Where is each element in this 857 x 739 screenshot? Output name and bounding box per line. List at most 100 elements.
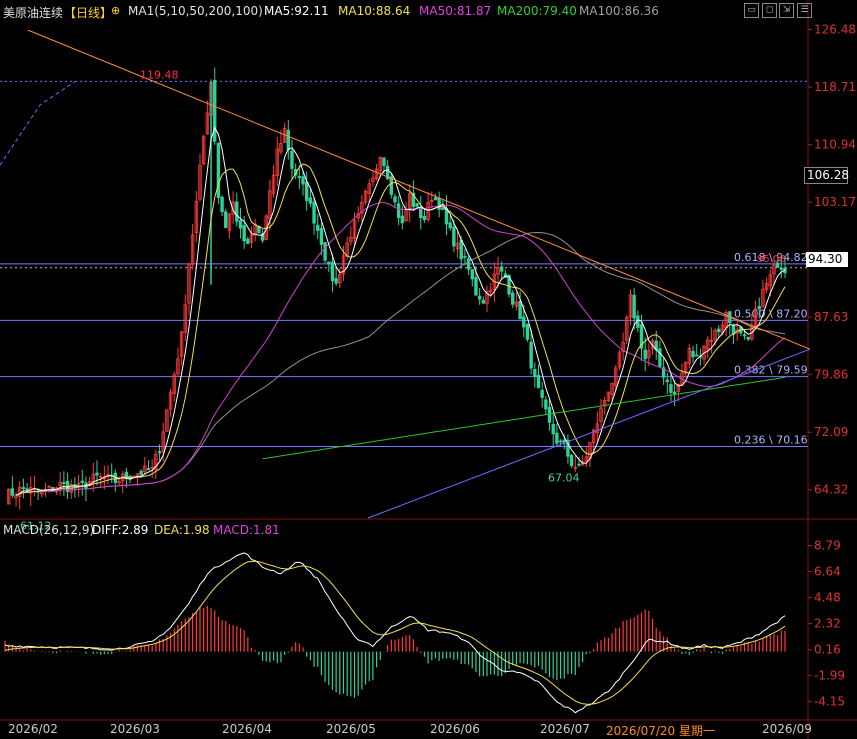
minimize-icon[interactable]: ▭ xyxy=(744,3,759,18)
high-price-tag: 106.28 xyxy=(804,167,849,184)
candle-body xyxy=(717,328,721,333)
candle-body xyxy=(694,354,699,357)
list-icon[interactable]: ☰ xyxy=(797,3,812,18)
candle-body xyxy=(669,384,673,393)
candle-body xyxy=(334,278,338,284)
candle-body xyxy=(665,379,669,383)
candle-body xyxy=(415,203,419,207)
candle-body xyxy=(555,432,559,444)
candle-body xyxy=(540,389,544,398)
candle-body xyxy=(312,201,316,224)
candle-body xyxy=(437,198,441,210)
candle-body xyxy=(551,423,555,435)
candle-body xyxy=(157,451,162,454)
ma100-value: MA100:86.36 xyxy=(579,4,659,18)
candle-body xyxy=(474,276,478,296)
candle-body xyxy=(658,348,662,367)
candle-body xyxy=(525,323,530,340)
candles-group xyxy=(6,67,787,510)
macd-axis-label: 4.48 xyxy=(814,591,841,605)
candle-body xyxy=(422,215,427,221)
maximize-icon[interactable]: ◻ xyxy=(762,3,777,18)
candle-body xyxy=(742,334,747,337)
macd-axis-label: 8.79 xyxy=(814,539,841,553)
candle-body xyxy=(481,299,486,304)
candle-body xyxy=(746,336,750,340)
x-label-5: 2026/06 xyxy=(430,722,480,736)
symbol-name[interactable]: 美原油连续 xyxy=(3,4,63,21)
candle-body xyxy=(286,129,291,151)
macd-dea-line xyxy=(4,560,786,705)
candle-body xyxy=(452,226,456,247)
candle-body xyxy=(459,239,463,260)
ma5-value: MA5:92.11 xyxy=(264,4,329,18)
chart-canvas[interactable]: 126.48118.71110.94103.1795.4087.6379.867… xyxy=(0,0,857,739)
candle-body xyxy=(433,197,438,201)
price-axis-label: 126.48 xyxy=(814,23,856,37)
candle-body xyxy=(569,454,574,467)
ma200-value: MA200:79.40 xyxy=(497,4,577,18)
candle-body xyxy=(21,487,26,490)
price-axis-label: 72.09 xyxy=(814,425,848,439)
macd-header: MACD(26,12,9) DIFF:2.89 DEA:1.98 MACD:1.… xyxy=(0,521,700,539)
candle-body xyxy=(536,374,541,389)
price-axis-label: 87.63 xyxy=(814,310,848,324)
price-axis-label: 103.17 xyxy=(814,195,856,209)
candle-body xyxy=(290,150,294,169)
candle-body xyxy=(62,482,66,484)
candle-body xyxy=(643,349,647,360)
candle-body xyxy=(146,468,151,471)
candle-body xyxy=(316,224,320,231)
candle-body xyxy=(477,295,482,300)
candle-body xyxy=(301,176,305,185)
candle-body xyxy=(533,368,537,377)
candle-body xyxy=(463,255,467,258)
settings-icon[interactable]: ⊕ xyxy=(111,4,120,17)
dashed-trend-line xyxy=(0,80,76,166)
candle-body xyxy=(389,176,394,195)
price-axis-label: 118.71 xyxy=(814,80,856,94)
candle-body xyxy=(297,176,302,179)
candle-body xyxy=(518,300,522,320)
candle-body xyxy=(10,488,15,496)
x-label-1: 2026/02 xyxy=(8,722,58,736)
hover-date: 2026/07/20 星期一 xyxy=(604,722,717,738)
candle-body xyxy=(577,463,581,466)
fib-label: 0.382 \ 79.59 xyxy=(734,364,808,377)
candle-body xyxy=(558,440,563,443)
candle-body xyxy=(139,470,143,475)
candle-body xyxy=(235,201,239,222)
macd-axis-label: 6.64 xyxy=(814,565,841,579)
candle-body xyxy=(327,261,331,265)
restore-icon[interactable]: ⇲ xyxy=(779,3,794,18)
macd-axis-label: -1.99 xyxy=(814,669,845,683)
macd-axis-label: 0.16 xyxy=(814,643,841,657)
ma50-line xyxy=(15,202,786,496)
candle-body xyxy=(246,238,250,244)
candle-body xyxy=(330,261,335,282)
price-axis-label: 64.32 xyxy=(814,483,848,497)
x-label-4: 2026/05 xyxy=(326,722,376,736)
fib-label: 0.500 \ 87.20 xyxy=(734,307,808,320)
macd-value: MACD:1.81 xyxy=(213,523,280,537)
macd-axis-label: -4.15 xyxy=(814,695,845,709)
period-label[interactable]: 【日线】 xyxy=(64,4,112,21)
candle-body xyxy=(672,391,677,395)
candle-body xyxy=(522,316,526,328)
candle-body xyxy=(470,269,474,280)
high-annotation: 119.48 xyxy=(140,68,179,81)
chart-header: 美原油连续 【日线】 ⊕ MA1(5,10,50,200,100) MA5:92… xyxy=(0,0,857,22)
price-axis-label: 110.94 xyxy=(814,138,856,152)
ma10-value: MA10:88.64 xyxy=(338,4,411,18)
last-price-tag: 94.30 xyxy=(806,252,848,267)
ma-params-label[interactable]: MA1(5,10,50,200,100) xyxy=(128,4,263,18)
ma5-line xyxy=(15,126,786,496)
candle-body xyxy=(323,242,327,261)
candle-body xyxy=(466,258,471,270)
candle-body xyxy=(238,220,243,229)
x-label-3: 2026/04 xyxy=(222,722,272,736)
candle-body xyxy=(220,196,224,213)
macd-title[interactable]: MACD(26,12,9) xyxy=(3,523,94,537)
candle-body xyxy=(393,196,397,203)
candle-body xyxy=(382,157,386,167)
